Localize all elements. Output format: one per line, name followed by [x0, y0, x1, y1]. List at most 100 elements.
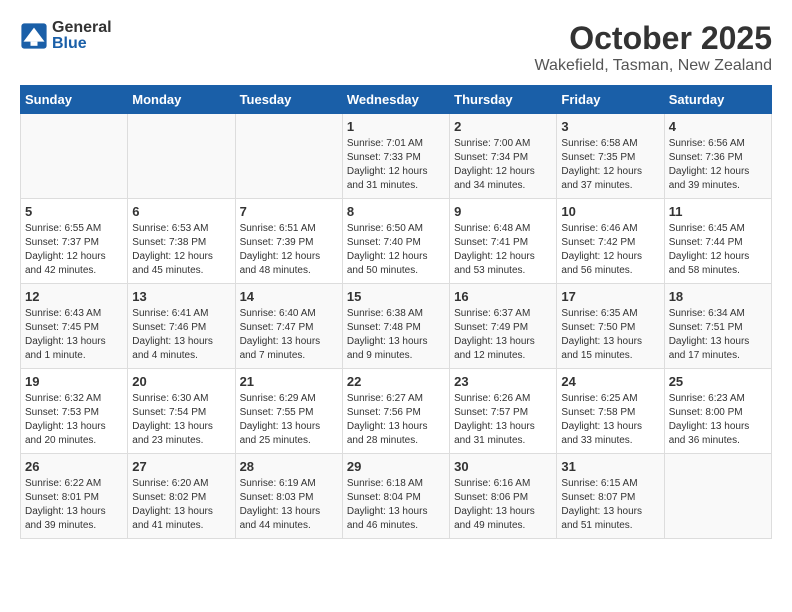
calendar-week-4: 26Sunrise: 6:22 AMSunset: 8:01 PMDayligh…: [21, 454, 772, 539]
day-number: 31: [561, 459, 659, 474]
day-info-line: Sunrise: 6:34 AM: [669, 307, 767, 321]
day-info-line: and 50 minutes.: [347, 264, 445, 278]
day-info-line: Daylight: 12 hours: [454, 165, 552, 179]
day-info-line: Sunset: 8:06 PM: [454, 491, 552, 505]
calendar-cell: 21Sunrise: 6:29 AMSunset: 7:55 PMDayligh…: [235, 369, 342, 454]
day-info-line: Sunrise: 6:35 AM: [561, 307, 659, 321]
day-info-line: Daylight: 12 hours: [347, 250, 445, 264]
calendar-cell: [128, 114, 235, 199]
calendar-cell: [21, 114, 128, 199]
day-info-line: and 9 minutes.: [347, 349, 445, 363]
day-info-line: Sunset: 7:58 PM: [561, 406, 659, 420]
calendar-cell: 5Sunrise: 6:55 AMSunset: 7:37 PMDaylight…: [21, 199, 128, 284]
calendar-cell: [235, 114, 342, 199]
weekday-header-sunday: Sunday: [21, 86, 128, 114]
calendar-cell: 10Sunrise: 6:46 AMSunset: 7:42 PMDayligh…: [557, 199, 664, 284]
calendar-cell: 13Sunrise: 6:41 AMSunset: 7:46 PMDayligh…: [128, 284, 235, 369]
day-number: 22: [347, 374, 445, 389]
day-info-line: Sunset: 8:04 PM: [347, 491, 445, 505]
calendar-cell: 2Sunrise: 7:00 AMSunset: 7:34 PMDaylight…: [450, 114, 557, 199]
calendar-cell: 19Sunrise: 6:32 AMSunset: 7:53 PMDayligh…: [21, 369, 128, 454]
day-info-line: Daylight: 13 hours: [347, 335, 445, 349]
day-number: 27: [132, 459, 230, 474]
weekday-header-friday: Friday: [557, 86, 664, 114]
day-info-line: Sunrise: 7:00 AM: [454, 137, 552, 151]
calendar-cell: 1Sunrise: 7:01 AMSunset: 7:33 PMDaylight…: [342, 114, 449, 199]
day-info-line: and 1 minute.: [25, 349, 123, 363]
day-info-line: Sunrise: 6:45 AM: [669, 222, 767, 236]
calendar-body: 1Sunrise: 7:01 AMSunset: 7:33 PMDaylight…: [21, 114, 772, 539]
day-info-line: and 4 minutes.: [132, 349, 230, 363]
calendar-week-0: 1Sunrise: 7:01 AMSunset: 7:33 PMDaylight…: [21, 114, 772, 199]
day-info-line: Sunrise: 6:40 AM: [240, 307, 338, 321]
day-number: 30: [454, 459, 552, 474]
calendar-header: SundayMondayTuesdayWednesdayThursdayFrid…: [21, 86, 772, 114]
calendar-cell: 29Sunrise: 6:18 AMSunset: 8:04 PMDayligh…: [342, 454, 449, 539]
day-info-line: Sunset: 8:01 PM: [25, 491, 123, 505]
day-info-line: Daylight: 13 hours: [561, 335, 659, 349]
day-info-line: Sunset: 8:07 PM: [561, 491, 659, 505]
calendar-cell: 14Sunrise: 6:40 AMSunset: 7:47 PMDayligh…: [235, 284, 342, 369]
weekday-header-thursday: Thursday: [450, 86, 557, 114]
calendar-cell: 6Sunrise: 6:53 AMSunset: 7:38 PMDaylight…: [128, 199, 235, 284]
calendar-cell: 28Sunrise: 6:19 AMSunset: 8:03 PMDayligh…: [235, 454, 342, 539]
day-info-line: and 23 minutes.: [132, 434, 230, 448]
day-info-line: and 46 minutes.: [347, 519, 445, 533]
day-info-line: Sunset: 7:51 PM: [669, 321, 767, 335]
title-block: October 2025 Wakefield, Tasman, New Zeal…: [535, 20, 772, 75]
day-info-line: Daylight: 13 hours: [561, 420, 659, 434]
day-info-line: Sunset: 7:44 PM: [669, 236, 767, 250]
logo: General Blue: [20, 20, 112, 52]
calendar-cell: 11Sunrise: 6:45 AMSunset: 7:44 PMDayligh…: [664, 199, 771, 284]
day-info-line: Sunrise: 6:38 AM: [347, 307, 445, 321]
day-info-line: Daylight: 13 hours: [25, 420, 123, 434]
day-info-line: Sunset: 7:45 PM: [25, 321, 123, 335]
day-info-line: Sunrise: 6:37 AM: [454, 307, 552, 321]
day-info-line: Daylight: 13 hours: [132, 335, 230, 349]
day-info-line: Sunset: 7:35 PM: [561, 151, 659, 165]
day-number: 18: [669, 289, 767, 304]
logo-general: General: [52, 19, 112, 36]
day-info-line: Sunrise: 6:55 AM: [25, 222, 123, 236]
day-info-line: Daylight: 13 hours: [454, 505, 552, 519]
day-info-line: Sunrise: 6:25 AM: [561, 392, 659, 406]
day-info-line: Sunrise: 6:27 AM: [347, 392, 445, 406]
day-info-line: and 37 minutes.: [561, 179, 659, 193]
day-number: 10: [561, 204, 659, 219]
day-info-line: Daylight: 13 hours: [454, 420, 552, 434]
day-info-line: Daylight: 12 hours: [25, 250, 123, 264]
day-info-line: Sunrise: 6:23 AM: [669, 392, 767, 406]
weekday-header-saturday: Saturday: [664, 86, 771, 114]
calendar-cell: 27Sunrise: 6:20 AMSunset: 8:02 PMDayligh…: [128, 454, 235, 539]
day-info-line: and 17 minutes.: [669, 349, 767, 363]
weekday-header-monday: Monday: [128, 86, 235, 114]
day-info-line: Sunset: 7:36 PM: [669, 151, 767, 165]
day-info-line: and 49 minutes.: [454, 519, 552, 533]
day-info-line: Daylight: 12 hours: [454, 250, 552, 264]
calendar-cell: 16Sunrise: 6:37 AMSunset: 7:49 PMDayligh…: [450, 284, 557, 369]
day-number: 15: [347, 289, 445, 304]
day-info-line: Sunset: 8:02 PM: [132, 491, 230, 505]
day-info-line: Sunrise: 6:30 AM: [132, 392, 230, 406]
day-info-line: Sunset: 7:33 PM: [347, 151, 445, 165]
page-title: October 2025: [535, 20, 772, 57]
day-info-line: and 20 minutes.: [25, 434, 123, 448]
day-info-line: Sunrise: 6:48 AM: [454, 222, 552, 236]
day-info-line: and 44 minutes.: [240, 519, 338, 533]
day-info-line: Daylight: 13 hours: [132, 420, 230, 434]
day-info-line: Daylight: 13 hours: [454, 335, 552, 349]
day-info-line: Sunrise: 6:20 AM: [132, 477, 230, 491]
day-info-line: Daylight: 12 hours: [669, 250, 767, 264]
day-number: 14: [240, 289, 338, 304]
day-info-line: Daylight: 12 hours: [561, 250, 659, 264]
calendar-cell: 18Sunrise: 6:34 AMSunset: 7:51 PMDayligh…: [664, 284, 771, 369]
day-number: 25: [669, 374, 767, 389]
day-info-line: and 25 minutes.: [240, 434, 338, 448]
day-info-line: Daylight: 13 hours: [25, 335, 123, 349]
day-info-line: Sunset: 7:55 PM: [240, 406, 338, 420]
day-info-line: Daylight: 13 hours: [669, 420, 767, 434]
day-info-line: and 41 minutes.: [132, 519, 230, 533]
page-subtitle: Wakefield, Tasman, New Zealand: [535, 57, 772, 75]
day-info-line: Sunrise: 6:22 AM: [25, 477, 123, 491]
calendar-cell: 17Sunrise: 6:35 AMSunset: 7:50 PMDayligh…: [557, 284, 664, 369]
